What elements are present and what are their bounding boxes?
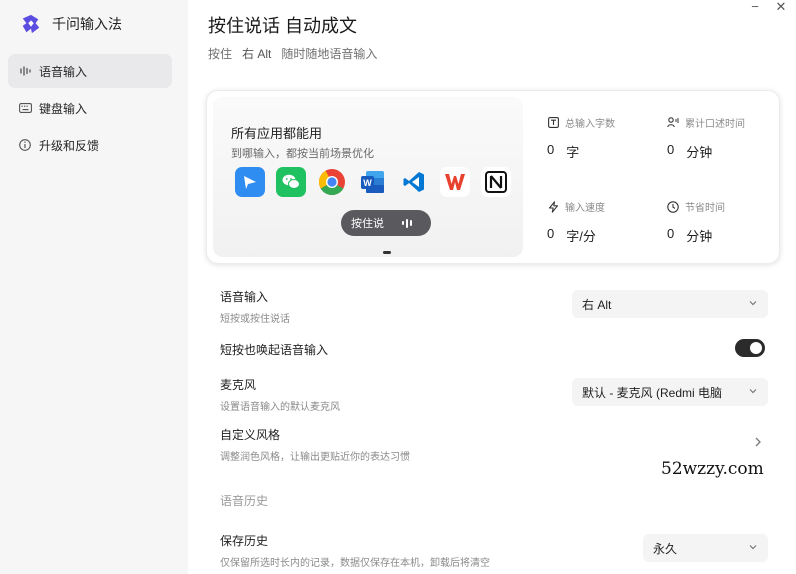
- select-value: 永久: [653, 541, 678, 556]
- stat-unit: 分钟: [686, 145, 713, 160]
- promo-panel: 所有应用都能用 到哪输入，都按当前场景优化 W 按住说: [213, 97, 523, 257]
- setting-label: 自定义风格: [220, 428, 281, 442]
- promo-subtitle: 到哪输入，都按当前场景优化: [231, 148, 374, 160]
- notion-app-icon: [481, 167, 511, 197]
- stat-time-saved: 节省时间 0 分钟: [667, 199, 777, 245]
- app-header: 千问输入法: [20, 12, 122, 36]
- setting-custom-style[interactable]: 自定义风格 调整润色风格，让输出更贴近你的表达习惯: [220, 426, 768, 463]
- subtitle-suffix: 随时随地语音输入: [281, 47, 378, 61]
- stat-value: 0: [547, 142, 555, 157]
- section-title-history: 语音历史: [220, 494, 269, 508]
- main-panel: 按住说话 自动成文 按住 右 Alt 随时随地语音输入 所有应用都能用 到哪输入…: [188, 0, 796, 574]
- hold-to-talk-label: 按住说: [351, 218, 384, 230]
- lightning-icon: [547, 200, 559, 213]
- app-icons-row: W: [235, 167, 511, 197]
- select-value: 右 Alt: [582, 297, 612, 312]
- stat-dictation-time: 累计口述时间 0 分钟: [667, 115, 777, 161]
- keyboard-icon: [18, 101, 32, 115]
- toggle-knob: [750, 342, 762, 354]
- history-retention-select[interactable]: 永久: [643, 534, 768, 562]
- sidebar: 千问输入法 语音输入 键盘输入 升级和反馈: [0, 0, 188, 574]
- stat-label: 累计口述时间: [685, 119, 745, 130]
- stat-label: 总输入字数: [565, 119, 615, 130]
- watermark-text: 52wzzy.com: [661, 459, 764, 479]
- feishu-app-icon: [235, 167, 265, 197]
- voice-wave-icon: [402, 218, 412, 228]
- text-box-icon: [547, 117, 559, 129]
- subtitle-hotkey: 右 Alt: [242, 47, 272, 61]
- sidebar-item-keyboard-input[interactable]: 键盘输入: [8, 91, 172, 125]
- app-logo-icon: [22, 14, 40, 34]
- stat-unit: 字: [566, 145, 580, 160]
- promo-title: 所有应用都能用: [231, 126, 323, 141]
- subtitle-prefix: 按住: [208, 47, 233, 61]
- wps-app-icon: [440, 167, 470, 197]
- page-subtitle: 按住 右 Alt 随时随地语音输入: [208, 45, 377, 62]
- svg-text:W: W: [363, 178, 372, 188]
- stat-label: 输入速度: [565, 203, 605, 214]
- stat-unit: 分钟: [686, 229, 713, 244]
- voice-user-icon: [667, 117, 679, 129]
- chevron-down-icon: [749, 301, 757, 306]
- chevron-right-icon[interactable]: [753, 436, 763, 448]
- vscode-app-icon: [399, 167, 429, 197]
- app-title: 千问输入法: [52, 16, 122, 32]
- sidebar-item-upgrade-feedback[interactable]: 升级和反馈: [8, 128, 172, 162]
- stat-value: 0: [547, 226, 555, 241]
- stat-unit: 字/分: [566, 229, 596, 244]
- clock-icon: [667, 200, 679, 213]
- sidebar-item-label: 语音输入: [39, 64, 88, 79]
- setting-label: 短按也唤起语音输入: [220, 343, 329, 357]
- microphone-select[interactable]: 默认 - 麦克风 (Redmi 电脑: [572, 378, 768, 406]
- short-press-toggle[interactable]: [735, 339, 765, 357]
- voice-hotkey-select[interactable]: 右 Alt: [572, 290, 768, 318]
- sidebar-nav: 语音输入 键盘输入 升级和反馈: [8, 54, 172, 165]
- chevron-down-icon: [749, 545, 757, 550]
- sidebar-item-label: 升级和反馈: [39, 138, 100, 153]
- stat-input-speed: 输入速度 0 字/分: [547, 199, 657, 245]
- stat-value: 0: [667, 226, 675, 241]
- overview-card: 所有应用都能用 到哪输入，都按当前场景优化 W 按住说 总输入字数 0 字 累计…: [206, 90, 780, 264]
- sidebar-item-label: 键盘输入: [39, 101, 88, 116]
- chrome-app-icon: [317, 167, 347, 197]
- info-icon: [18, 138, 32, 152]
- wechat-app-icon: [276, 167, 306, 197]
- word-app-icon: W: [358, 167, 388, 197]
- voice-wave-icon: [18, 64, 32, 78]
- stat-total-chars: 总输入字数 0字: [547, 115, 657, 161]
- select-value: 默认 - 麦克风 (Redmi 电脑: [582, 385, 723, 400]
- stat-value: 0: [667, 142, 675, 157]
- setting-short-press: 短按也唤起语音输入: [220, 341, 768, 358]
- page-title: 按住说话 自动成文: [208, 16, 358, 36]
- stat-label: 节省时间: [685, 203, 725, 214]
- chevron-down-icon: [749, 389, 757, 394]
- carousel-indicator[interactable]: [383, 251, 391, 254]
- hold-to-talk-button[interactable]: 按住说: [341, 210, 431, 236]
- sidebar-item-voice-input[interactable]: 语音输入: [8, 54, 172, 88]
